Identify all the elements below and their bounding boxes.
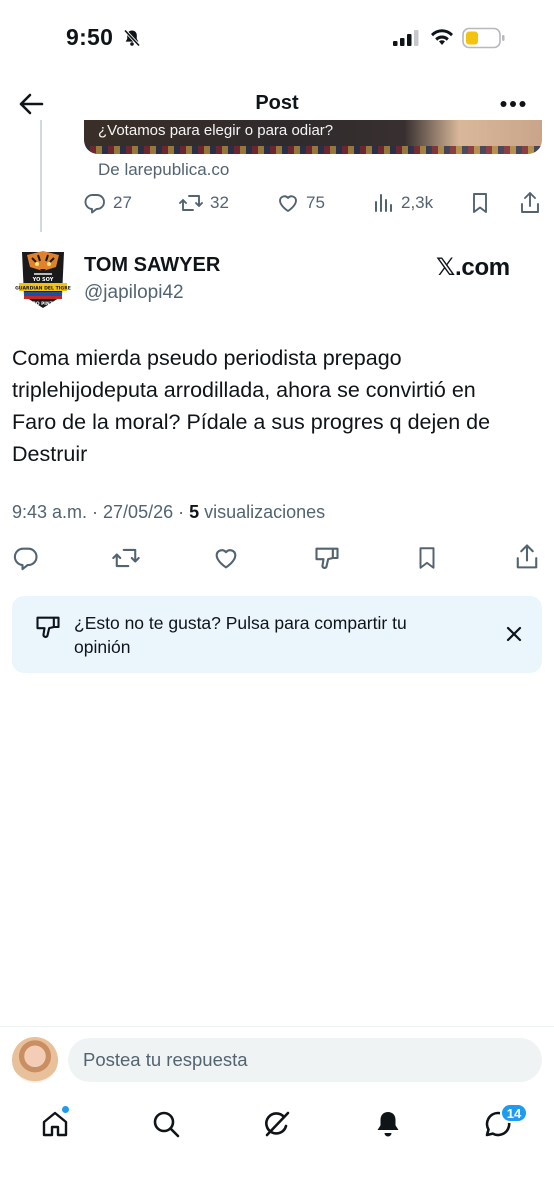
views-label: visualizaciones (199, 502, 326, 522)
thumbs-down-icon (34, 613, 62, 641)
avatar-line3: JAIRO PINZON (25, 301, 61, 307)
quoted-reply-button[interactable]: 27 (83, 191, 132, 215)
nav-grok[interactable] (260, 1107, 294, 1141)
avatar-line1: YO SOY (32, 277, 54, 283)
divider (0, 1026, 554, 1027)
share-button[interactable] (512, 542, 542, 572)
more-icon (500, 101, 526, 107)
reply-icon (13, 547, 38, 571)
views-count: 5 (189, 502, 200, 522)
quoted-like-count: 75 (306, 193, 325, 212)
nav-notifications[interactable] (371, 1107, 405, 1141)
feedback-banner-text: ¿Esto no te gusta? Pulsa para compartir … (74, 613, 407, 657)
repost-button[interactable] (111, 543, 141, 573)
bookmark-button[interactable] (412, 543, 442, 573)
signal-icon (393, 30, 419, 46)
home-notification-dot (61, 1105, 70, 1114)
post-text-line: Destruir (12, 442, 88, 466)
post-text-line: triplehijodeputa arrodillada, ahora se c… (12, 378, 476, 402)
author-name[interactable]: TOM SAWYER (84, 254, 220, 277)
bookmark-icon (473, 193, 487, 213)
post-timestamp: 9:43 a.m. · 27/05/26 · (12, 502, 190, 522)
quoted-image-stripe (84, 146, 542, 154)
heart-icon (279, 195, 297, 212)
post-meta: 9:43 a.m. · 27/05/26 · 5 visualizaciones (12, 502, 325, 523)
more-button[interactable] (500, 100, 526, 108)
analytics-icon (375, 194, 392, 212)
avatar-line2: GUARDIAN DEL TIGRE (15, 286, 71, 292)
dislike-button[interactable] (312, 543, 342, 573)
like-button[interactable] (211, 543, 241, 573)
quoted-reply-count: 27 (113, 193, 132, 212)
close-icon (506, 626, 522, 642)
repost-icon (112, 548, 140, 568)
heart-icon (215, 549, 237, 569)
quoted-repost-button[interactable]: 32 (178, 191, 229, 215)
my-avatar[interactable] (12, 1037, 58, 1083)
search-icon (153, 1111, 180, 1138)
post-text: Coma mierda pseudo periodista prepago tr… (12, 342, 542, 470)
post-text-line: Faro de la moral? Pídale a sus progres q… (12, 410, 491, 434)
grok-icon (265, 1111, 290, 1137)
quoted-views-count: 2,3k (401, 193, 434, 212)
author-handle[interactable]: @japilopi42 (84, 282, 184, 304)
status-time: 9:50 (66, 24, 114, 50)
feedback-banner[interactable]: ¿Esto no te gusta? Pulsa para compartir … (12, 596, 542, 673)
bell-icon (377, 1112, 399, 1137)
share-icon (516, 544, 538, 569)
reply-input[interactable]: Postea tu respuesta (68, 1038, 542, 1082)
quoted-repost-count: 32 (210, 193, 229, 212)
wifi-icon (430, 28, 454, 46)
bookmark-icon (419, 547, 435, 569)
reply-placeholder: Postea tu respuesta (83, 1049, 248, 1070)
quoted-like-button[interactable]: 75 (276, 191, 325, 215)
quoted-views-button[interactable]: 2,3k (373, 191, 433, 215)
bell-slash-icon (122, 28, 142, 48)
share-icon (521, 192, 539, 213)
messages-badge: 14 (500, 1103, 528, 1123)
reply-icon (84, 194, 105, 214)
battery-icon (462, 27, 506, 49)
author-avatar[interactable]: YO SOY GUARDIAN DEL TIGRE JAIRO PINZON (14, 248, 72, 310)
reply-button[interactable] (11, 543, 41, 573)
close-banner-button[interactable] (504, 624, 524, 644)
repost-icon (179, 195, 203, 211)
quoted-share-button[interactable] (518, 190, 542, 216)
quoted-source[interactable]: De larepublica.co (98, 160, 229, 180)
page-title: Post (255, 92, 299, 114)
brand-label: 𝕏.com (436, 254, 510, 281)
quoted-headline: ¿Votamos para elegir o para odiar? (98, 122, 334, 139)
quoted-bookmark-button[interactable] (468, 191, 492, 215)
thread-line (40, 120, 42, 232)
thumbs-down-icon (315, 547, 339, 569)
post-text-line: Coma mierda pseudo periodista prepago (12, 346, 402, 370)
quoted-card-image[interactable]: ¿Votamos para elegir o para odiar? (84, 120, 542, 154)
nav-search[interactable] (149, 1107, 183, 1141)
